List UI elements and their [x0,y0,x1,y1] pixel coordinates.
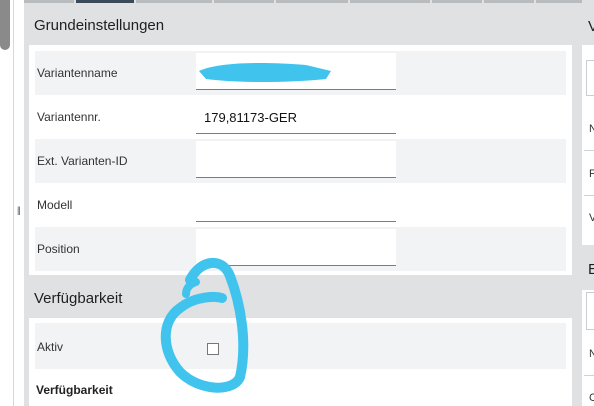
section-title: V [588,18,594,35]
divider [13,0,14,406]
field-label: F [589,168,594,180]
form-row-position: Position [35,227,566,271]
form-row-variantenname: Variantenname [35,51,566,95]
redaction-scribble [199,63,331,82]
right-field[interactable] [586,60,594,96]
form-row-ext-varianten-id: Ext. Varianten-ID [35,139,566,183]
section-header-grundeinstellungen: Grundeinstellungen [24,7,572,45]
field-label: C [589,392,594,404]
field-label: V [589,212,594,224]
subsection-label: Verfügbarkeit [36,383,113,397]
field-label: Modell [37,198,73,212]
scrollbar-thumb[interactable] [0,0,10,50]
field-label: N [589,123,594,135]
right-panel: N C [582,290,594,406]
tab-indicator[interactable] [136,0,212,3]
form-row-modell: Modell [35,183,566,227]
section-title: Grundeinstellungen [34,17,165,34]
form-row-variantennr: Variantennr. 179,81173-GER [35,95,566,139]
variantenname-field[interactable] [196,53,396,90]
field-value: 179,81173-GER [204,110,297,125]
divider [584,195,594,196]
tab-indicator[interactable] [214,0,274,3]
resize-handle-icon[interactable]: || [17,205,21,215]
modell-field[interactable] [196,185,396,222]
section-title: Verfügbarkeit [34,290,123,307]
field-label: Aktiv [37,340,64,354]
field-label: N [589,348,594,360]
right-panel: N F V [582,45,594,245]
field-label: Variantenname [37,66,118,80]
left-gutter [0,0,12,406]
tab-indicator[interactable] [432,0,482,3]
divider [584,150,594,151]
ext-varianten-id-field[interactable] [196,141,396,178]
field-label: Variantennr. [37,110,101,124]
field-label: Ext. Varianten-ID [37,154,128,168]
tab-indicator[interactable] [276,0,348,3]
section-title: E [588,261,594,278]
tab-indicator[interactable] [350,0,430,3]
tab-indicator-active[interactable] [76,0,134,3]
variantennr-field[interactable]: 179,81173-GER [196,97,396,134]
right-field[interactable] [586,292,594,330]
tab-indicator[interactable] [484,0,534,3]
panel-grundeinstellungen: Variantenname Variantennr. 179,81173-GER… [29,45,572,275]
form-row-aktiv: Aktiv [35,323,566,369]
right-column: V N F V E N C [582,0,594,406]
section-header-verfuegbarkeit: Verfügbarkeit [24,280,572,318]
divider [584,375,594,376]
highlight-circle-annotation [160,257,249,393]
field-label: Position [37,242,80,256]
top-tab-strip [24,0,594,3]
tab-indicator[interactable] [24,0,74,3]
